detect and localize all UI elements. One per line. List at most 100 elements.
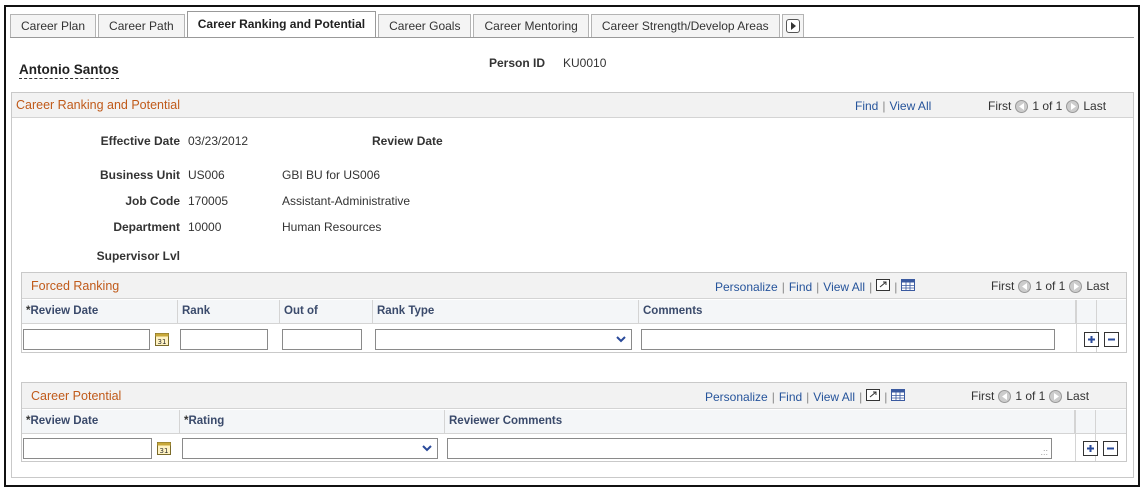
column-header-label: Review Date bbox=[30, 415, 99, 427]
career-potential-pager: First 1 of 1 Last bbox=[971, 389, 1089, 403]
find-link[interactable]: Find bbox=[855, 99, 878, 113]
department-description: Human Resources bbox=[282, 220, 382, 234]
career-potential-grid: Career Potential Personalize | Find | Vi… bbox=[21, 382, 1127, 462]
tab-career-mentoring[interactable]: Career Mentoring bbox=[473, 14, 589, 37]
previous-icon[interactable] bbox=[1018, 279, 1032, 293]
svg-text:31: 31 bbox=[160, 447, 169, 455]
find-link[interactable]: Find bbox=[779, 390, 802, 404]
personalize-link[interactable]: Personalize bbox=[705, 390, 768, 404]
separator: | bbox=[781, 279, 785, 294]
person-name: Antonio Santos bbox=[19, 62, 119, 79]
group-links: Find | View All bbox=[855, 99, 931, 113]
tab-career-plan[interactable]: Career Plan bbox=[10, 14, 97, 37]
tab-scroll-button[interactable] bbox=[781, 14, 804, 37]
tab-career-path[interactable]: Career Path bbox=[98, 14, 185, 37]
review-date-label: Review Date bbox=[372, 134, 443, 148]
column-header-rank-type[interactable]: Rank Type bbox=[373, 300, 639, 324]
first-label[interactable]: First bbox=[988, 99, 1011, 113]
chevron-down-icon bbox=[419, 441, 435, 456]
review-date-input[interactable] bbox=[23, 329, 150, 350]
download-grid-icon[interactable] bbox=[901, 279, 916, 294]
department-value: 10000 bbox=[188, 220, 222, 234]
download-grid-icon[interactable] bbox=[891, 389, 906, 404]
column-header-review-date[interactable]: *Review Date bbox=[22, 410, 180, 434]
business-unit-value: US006 bbox=[188, 168, 225, 182]
delete-row-button[interactable] bbox=[1104, 332, 1119, 347]
zoom-icon[interactable] bbox=[876, 279, 891, 294]
rating-select[interactable] bbox=[182, 438, 438, 459]
chevron-down-icon bbox=[613, 332, 629, 347]
next-icon[interactable] bbox=[1066, 99, 1080, 113]
business-unit-description: GBI BU for US006 bbox=[282, 168, 381, 182]
separator: | bbox=[806, 389, 810, 404]
column-header-label: Rating bbox=[188, 415, 225, 427]
chevron-right-icon bbox=[785, 19, 800, 33]
supervisor-lvl-label: Supervisor Lvl bbox=[96, 249, 180, 263]
view-all-link[interactable]: View All bbox=[823, 280, 865, 294]
job-code-value: 170005 bbox=[188, 194, 229, 208]
first-label[interactable]: First bbox=[991, 279, 1014, 293]
tab-career-ranking-and-potential[interactable]: Career Ranking and Potential bbox=[186, 11, 377, 37]
column-header-label: Review Date bbox=[30, 305, 99, 317]
group-title: Career Ranking and Potential bbox=[16, 98, 180, 112]
out-of-input[interactable] bbox=[282, 329, 362, 350]
column-header-rank[interactable]: Rank bbox=[178, 300, 280, 324]
row-count: 1 of 1 bbox=[1032, 99, 1063, 113]
forced-ranking-title: Forced Ranking bbox=[31, 279, 120, 293]
next-icon[interactable] bbox=[1069, 279, 1083, 293]
zoom-icon[interactable] bbox=[866, 389, 881, 404]
view-all-link[interactable]: View All bbox=[889, 99, 931, 113]
find-link[interactable]: Find bbox=[789, 280, 812, 294]
career-potential-title: Career Potential bbox=[31, 389, 122, 403]
last-label[interactable]: Last bbox=[1066, 389, 1089, 403]
view-all-link[interactable]: View All bbox=[813, 390, 855, 404]
forced-ranking-links: Personalize | Find | View All | | bbox=[715, 279, 916, 294]
column-header-row: *Review Date Rank Out of Rank Type Comme… bbox=[22, 300, 1126, 324]
rank-type-select[interactable] bbox=[375, 329, 632, 350]
previous-icon[interactable] bbox=[1015, 99, 1029, 113]
personalize-link[interactable]: Personalize bbox=[715, 280, 778, 294]
previous-icon[interactable] bbox=[998, 389, 1012, 403]
separator: | bbox=[859, 389, 863, 404]
column-header-rating[interactable]: *Rating bbox=[180, 410, 445, 434]
calendar-icon[interactable]: 31 bbox=[156, 440, 172, 456]
row-count: 1 of 1 bbox=[1015, 389, 1046, 403]
tab-divider bbox=[10, 37, 1134, 38]
last-label[interactable]: Last bbox=[1083, 99, 1106, 113]
forced-ranking-pager: First 1 of 1 Last bbox=[991, 279, 1109, 293]
svg-text:31: 31 bbox=[158, 338, 167, 346]
add-row-button[interactable] bbox=[1083, 441, 1098, 456]
career-potential-links: Personalize | Find | View All | | bbox=[705, 389, 906, 404]
first-label[interactable]: First bbox=[971, 389, 994, 403]
separator: | bbox=[771, 389, 775, 404]
business-unit-label: Business Unit bbox=[99, 168, 180, 182]
calendar-icon[interactable]: 31 bbox=[154, 331, 170, 347]
effective-date-label: Effective Date bbox=[100, 134, 180, 148]
page-frame: Career Plan Career Path Career Ranking a… bbox=[4, 5, 1140, 487]
column-divider bbox=[1076, 300, 1077, 352]
next-icon[interactable] bbox=[1049, 389, 1063, 403]
separator: | bbox=[882, 99, 886, 113]
delete-row-button[interactable] bbox=[1103, 441, 1118, 456]
career-ranking-header: Career Ranking and Potential Find | View… bbox=[12, 93, 1133, 118]
tab-career-strength-develop-areas[interactable]: Career Strength/Develop Areas bbox=[590, 14, 780, 37]
person-id-value: KU0010 bbox=[563, 56, 607, 70]
last-label[interactable]: Last bbox=[1086, 279, 1109, 293]
reviewer-comments-textarea[interactable]: .:: bbox=[447, 438, 1052, 459]
career-potential-header: Career Potential Personalize | Find | Vi… bbox=[22, 383, 1126, 409]
column-header-reviewer-comments[interactable]: Reviewer Comments bbox=[445, 410, 1075, 434]
review-date-input[interactable] bbox=[23, 438, 152, 459]
separator: | bbox=[816, 279, 820, 294]
resize-handle-icon[interactable]: .:: bbox=[1040, 448, 1048, 457]
rank-input[interactable] bbox=[180, 329, 268, 350]
tab-career-goals[interactable]: Career Goals bbox=[378, 14, 472, 37]
comments-input[interactable] bbox=[641, 329, 1055, 350]
column-header-comments[interactable]: Comments bbox=[639, 300, 1076, 324]
career-ranking-group: Career Ranking and Potential Find | View… bbox=[11, 92, 1134, 478]
column-header-out-of[interactable]: Out of bbox=[280, 300, 373, 324]
column-divider bbox=[1075, 410, 1076, 461]
add-row-button[interactable] bbox=[1084, 332, 1099, 347]
job-code-description: Assistant-Administrative bbox=[282, 194, 411, 208]
forced-ranking-header: Forced Ranking Personalize | Find | View… bbox=[22, 273, 1126, 299]
column-header-review-date[interactable]: *Review Date bbox=[22, 300, 178, 324]
